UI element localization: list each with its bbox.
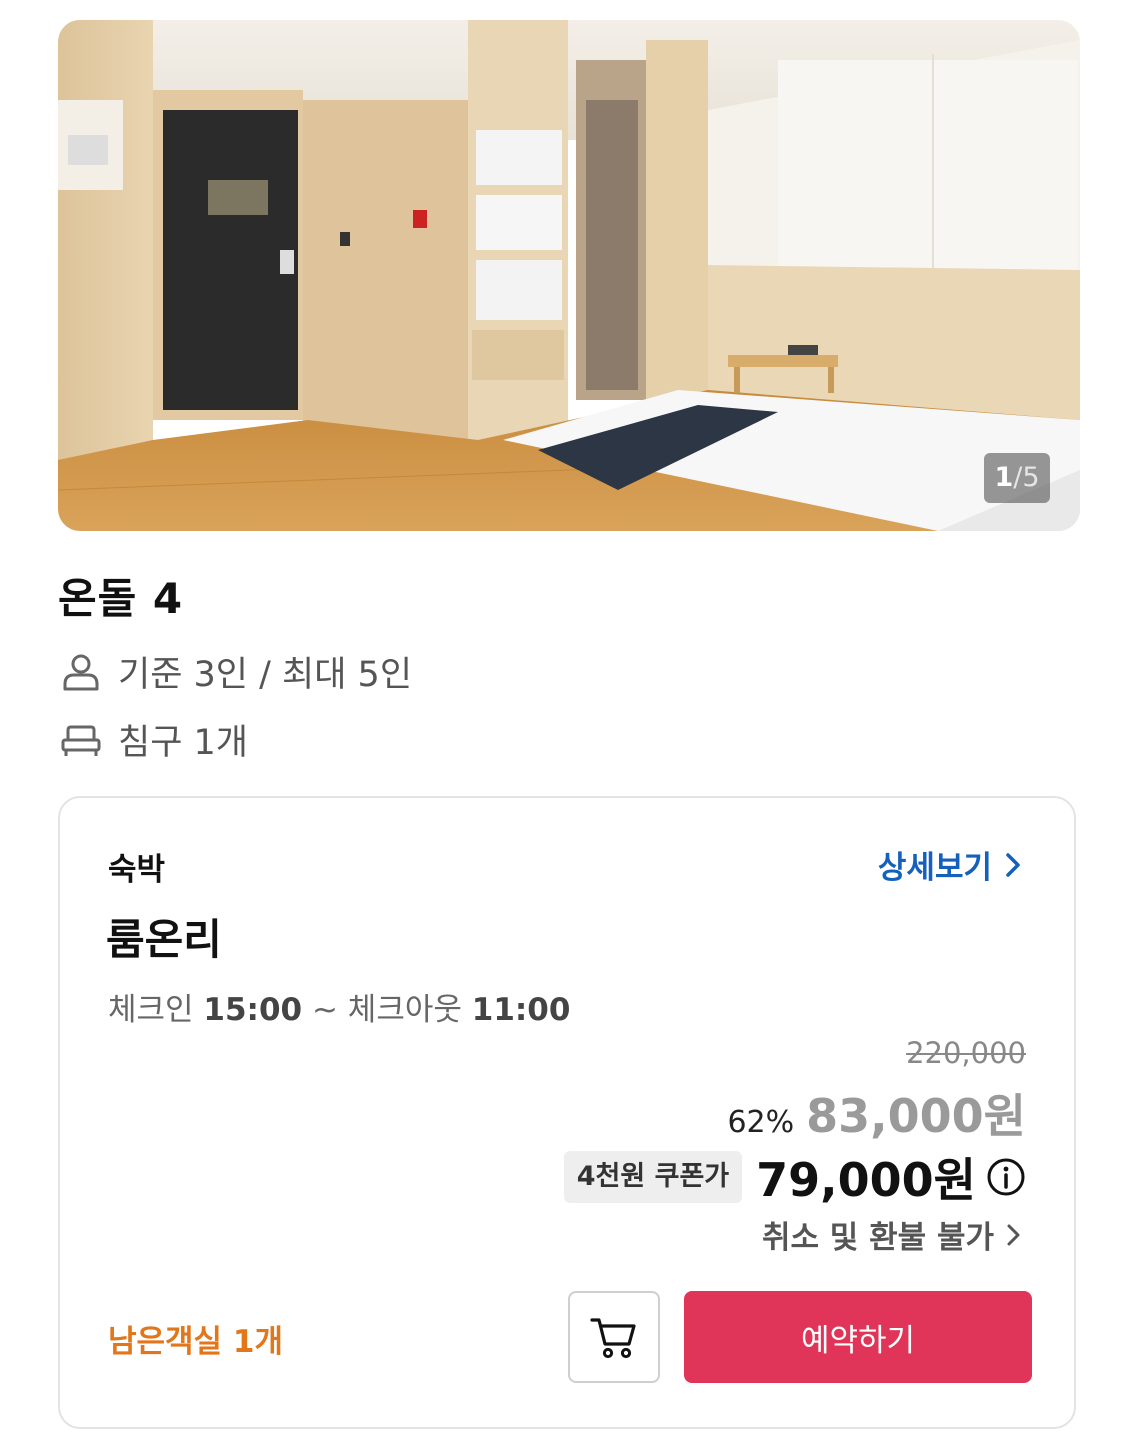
checkin-label: 체크인: [108, 992, 194, 1028]
detail-link[interactable]: 상세보기: [878, 842, 1024, 887]
refund-policy-label: 취소 및 환불 불가: [761, 1220, 994, 1256]
remaining-rooms: 남은객실 1개: [108, 1324, 283, 1360]
book-button[interactable]: 예약하기: [684, 1291, 1032, 1383]
add-to-cart-button[interactable]: [568, 1291, 660, 1383]
image-counter: 1/5: [984, 453, 1050, 503]
coupon-price: 79,000원: [756, 1153, 976, 1207]
refund-policy-link[interactable]: 취소 및 환불 불가: [762, 1212, 1024, 1257]
room-photo-image: [58, 20, 1080, 531]
offer-card: 숙박 상세보기 룸온리 체크인 15:00 ~ 체크아웃 11:00 220,0…: [58, 796, 1076, 1429]
image-counter-separator: /: [1013, 462, 1023, 493]
original-price: 220,000: [906, 1036, 1026, 1070]
checkout-time: 11:00: [471, 992, 571, 1028]
sale-price-row: 62% 83,000원: [727, 1080, 1026, 1146]
checkin-time: 15:00: [203, 992, 303, 1028]
chevron-right-icon: [1006, 852, 1020, 877]
plan-name: 룸온리: [106, 915, 222, 964]
cart-icon: [590, 1318, 636, 1359]
detail-link-label: 상세보기: [877, 850, 992, 886]
info-icon[interactable]: [986, 1157, 1026, 1197]
chevron-right-icon: [1007, 1224, 1020, 1245]
checkin-checkout: 체크인 15:00 ~ 체크아웃 11:00: [108, 984, 570, 1029]
coupon-badge: 4천원 쿠폰가: [563, 1151, 743, 1203]
sale-price: 83,000원: [806, 1089, 1026, 1143]
bed-icon: [60, 719, 102, 761]
coupon-price-row: 4천원 쿠폰가 79,000원: [563, 1144, 1026, 1210]
room-name: 온돌 4: [58, 574, 184, 623]
discount-rate: 62%: [727, 1105, 795, 1140]
bedding-text: 침구 1개: [118, 723, 248, 763]
image-counter-current: 1: [994, 462, 1014, 493]
bedding-row: 침구 1개: [60, 714, 248, 765]
checkout-label: 체크아웃: [347, 992, 462, 1028]
room-photo[interactable]: 1/5: [58, 20, 1080, 531]
capacity-text: 기준 3인 / 최대 5인: [118, 655, 413, 695]
image-counter-total: 5: [1022, 462, 1040, 493]
checkout-separator: ~: [302, 992, 348, 1028]
capacity-row: 기준 3인 / 최대 5인: [60, 646, 412, 697]
person-icon: [60, 651, 102, 693]
stay-type: 숙박: [108, 852, 166, 888]
